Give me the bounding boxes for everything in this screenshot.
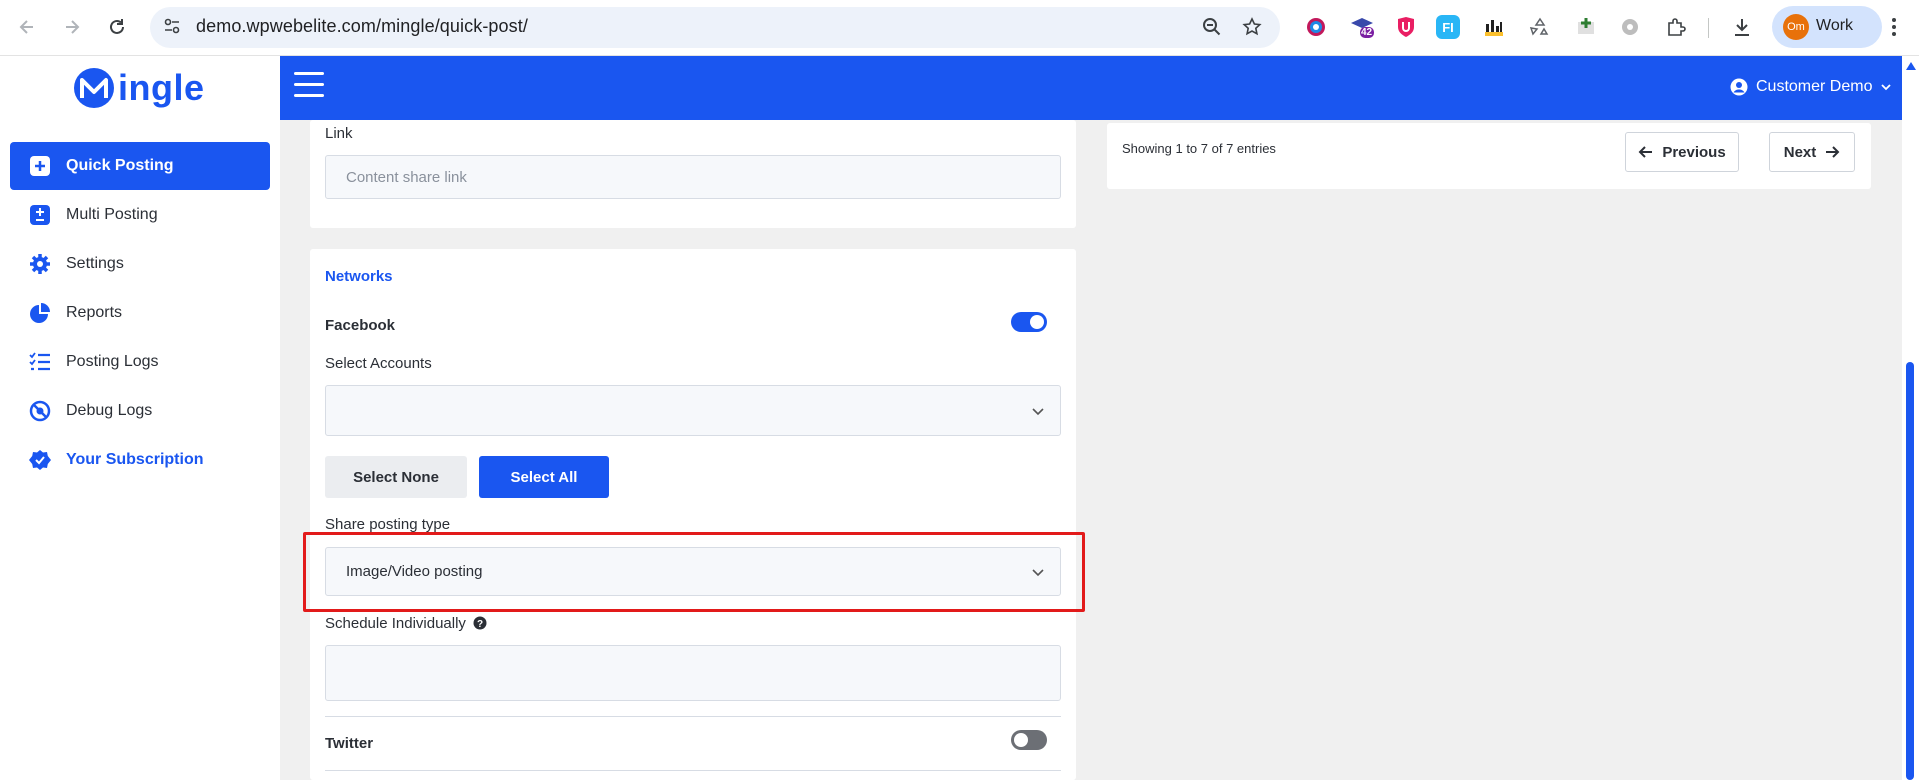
extension-badge: 42: [1361, 27, 1373, 38]
next-label: Next: [1783, 143, 1817, 161]
share-posting-type-label: Share posting type: [325, 516, 451, 533]
forward-icon[interactable]: [57, 12, 87, 42]
zoom-icon[interactable]: [1198, 13, 1226, 41]
user-circle-icon: [1730, 78, 1748, 96]
twitter-label: Twitter: [325, 735, 374, 752]
schedule-label-text: Schedule Individually: [325, 615, 466, 632]
user-name: Customer Demo: [1756, 78, 1873, 95]
twitter-toggle[interactable]: [1011, 730, 1047, 750]
app-header: [280, 56, 1902, 120]
sidebar-item-label: Quick Posting: [66, 157, 174, 174]
scrollbar-thumb[interactable]: [1906, 362, 1914, 780]
sidebar-item-label: Multi Posting: [66, 206, 158, 223]
plus-square-icon: [28, 154, 52, 178]
gear-icon: [28, 252, 52, 276]
select-accounts-dropdown[interactable]: [325, 385, 1061, 436]
sidebar-item-posting-logs[interactable]: Posting Logs: [10, 338, 270, 386]
menu-toggle-icon[interactable]: [294, 72, 326, 100]
svg-text:?: ?: [477, 619, 483, 630]
chevron-down-icon: [1881, 84, 1892, 91]
avatar[interactable]: Om: [1783, 14, 1809, 40]
entries-info: Showing 1 to 7 of 7 entries: [1122, 141, 1276, 156]
sidebar-item-multi-posting[interactable]: Multi Posting: [10, 191, 270, 239]
sidebar-item-your-subscription[interactable]: Your Subscription: [10, 436, 270, 484]
shield-u-extension-icon[interactable]: [1392, 13, 1420, 41]
previous-label: Previous: [1662, 143, 1726, 161]
link-label: Link: [325, 125, 353, 142]
sidebar-item-reports[interactable]: Reports: [10, 289, 270, 337]
help-icon[interactable]: ?: [473, 616, 487, 630]
select-accounts-label: Select Accounts: [325, 355, 432, 372]
pie-chart-icon: [28, 301, 52, 325]
graduation-extension-icon[interactable]: 42: [1348, 13, 1376, 41]
highlight-box: [303, 532, 1085, 612]
networks-title: Networks: [325, 268, 393, 285]
arrow-left-icon: [1638, 146, 1653, 158]
chevron-down-icon: [1032, 408, 1044, 416]
fi-extension-icon[interactable]: FI: [1436, 15, 1460, 39]
sidebar-item-label: Your Subscription: [66, 451, 204, 468]
more-vert-icon[interactable]: [1880, 13, 1908, 41]
entries-card: [1107, 123, 1871, 189]
sidebar-item-settings[interactable]: Settings: [10, 240, 270, 288]
plus-minus-icon: [28, 203, 52, 227]
browser-toolbar: demo.wpwebelite.com/mingle/quick-post/ 4…: [0, 0, 1919, 56]
toolbar-separator: [1708, 18, 1709, 38]
sidebar-item-label: Debug Logs: [66, 402, 153, 419]
select-none-button[interactable]: Select None: [325, 456, 467, 498]
link-placeholder: Content share link: [346, 169, 467, 186]
sidebar-item-label: Posting Logs: [66, 353, 159, 370]
badge-check-icon: [28, 448, 52, 472]
bug-icon: [28, 399, 52, 423]
previous-button[interactable]: Previous: [1625, 132, 1739, 172]
download-icon[interactable]: [1728, 13, 1756, 41]
user-menu[interactable]: Customer Demo: [1730, 78, 1892, 96]
schedule-individually-label: Schedule Individually ?: [325, 615, 487, 632]
url-text[interactable]: demo.wpwebelite.com/mingle/quick-post/: [196, 16, 528, 37]
mingle-logo[interactable]: ingle: [72, 66, 205, 110]
arrow-right-icon: [1826, 146, 1840, 158]
site-info-icon[interactable]: [162, 16, 186, 40]
back-icon[interactable]: [12, 12, 42, 42]
bookmark-star-icon[interactable]: [1238, 13, 1266, 41]
mingle-logo-icon: [74, 68, 114, 108]
profile-label[interactable]: Work: [1816, 17, 1853, 35]
add-extension-icon[interactable]: [1572, 13, 1600, 41]
bars-extension-icon[interactable]: [1480, 13, 1508, 41]
select-all-button[interactable]: Select All: [479, 456, 609, 498]
recycle-extension-icon[interactable]: [1526, 13, 1554, 41]
reload-icon[interactable]: [102, 12, 132, 42]
list-check-icon: [28, 350, 52, 374]
facebook-toggle[interactable]: [1011, 312, 1047, 332]
next-button[interactable]: Next: [1769, 132, 1855, 172]
divider: [325, 770, 1061, 771]
divider: [325, 716, 1061, 717]
scroll-up-icon[interactable]: [1906, 62, 1916, 70]
facebook-label: Facebook: [325, 317, 396, 334]
sidebar-item-debug-logs[interactable]: Debug Logs: [10, 387, 270, 435]
sidebar-item-quick-posting[interactable]: Quick Posting: [10, 142, 270, 190]
logo-text: ingle: [118, 67, 205, 108]
color-picker-extension-icon[interactable]: [1302, 13, 1330, 41]
sidebar-item-label: Settings: [66, 255, 124, 272]
sidebar-item-label: Reports: [66, 304, 123, 321]
puzzle-extensions-icon[interactable]: [1662, 13, 1690, 41]
flower-extension-icon[interactable]: [1616, 13, 1644, 41]
schedule-individually-input[interactable]: [325, 645, 1061, 701]
